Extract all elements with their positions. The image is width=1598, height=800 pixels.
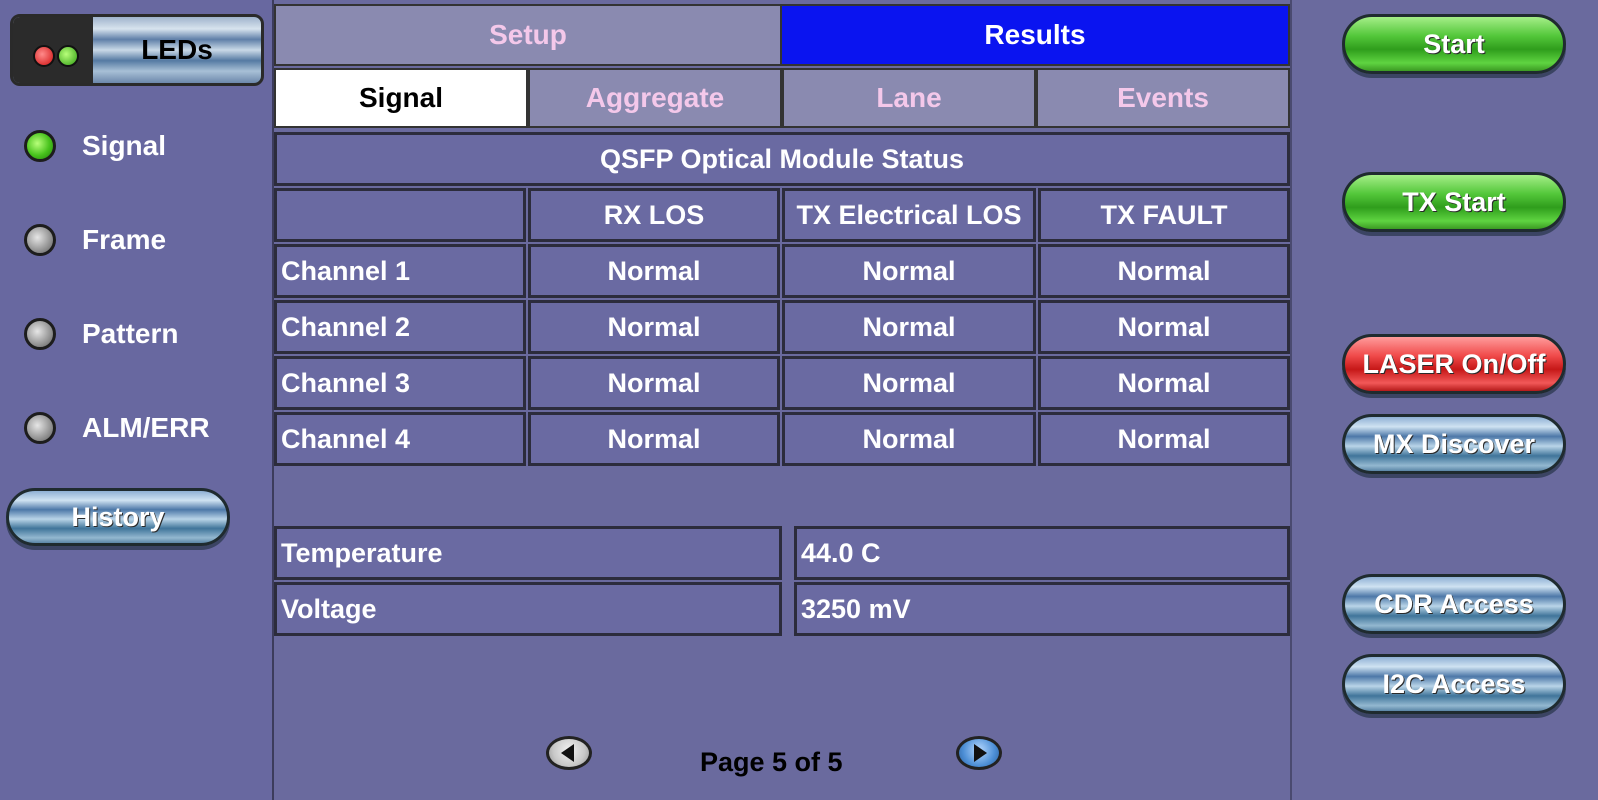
rx-los-value: Normal [528, 356, 780, 410]
red-dot-icon [33, 45, 55, 67]
led-frame-icon [24, 224, 56, 256]
led-label: Pattern [82, 318, 179, 349]
arrow-left-icon [561, 744, 574, 762]
page-indicator: Page 5 of 5 [700, 746, 843, 777]
start-button[interactable]: Start [1342, 14, 1566, 74]
arrow-right-icon [974, 744, 987, 762]
rx-los-value: Normal [528, 300, 780, 354]
i2c-access-button[interactable]: I2C Access [1342, 654, 1566, 714]
rx-los-value: Normal [528, 412, 780, 466]
led-frame: Frame [24, 216, 264, 264]
voltage-value: 3250 mV [794, 582, 1290, 636]
tx-fault-value: Normal [1038, 300, 1290, 354]
tx-fault-value: Normal [1038, 356, 1290, 410]
tx-start-button[interactable]: TX Start [1342, 172, 1566, 232]
tx-fault-value: Normal [1038, 244, 1290, 298]
led-signal-icon [24, 130, 56, 162]
tx-electrical-los-value: Normal [782, 244, 1036, 298]
laser-toggle-button[interactable]: LASER On/Off [1342, 334, 1566, 394]
led-signal: Signal [24, 122, 264, 170]
tx-electrical-los-value: Normal [782, 356, 1036, 410]
temperature-value: 44.0 C [794, 526, 1290, 580]
temperature-label: Temperature [274, 526, 782, 580]
led-label: Signal [82, 130, 167, 161]
tx-fault-value: Normal [1038, 412, 1290, 466]
led-label: ALM/ERR [82, 412, 210, 443]
leds-title: LEDs [141, 34, 213, 65]
channel-label: Channel 1 [274, 244, 526, 298]
history-button[interactable]: History [6, 488, 230, 546]
led-label: Frame [82, 224, 167, 255]
led-alm-err: ALM/ERR [24, 404, 264, 452]
subtab-aggregate[interactable]: Aggregate [528, 68, 782, 128]
module-status-title: QSFP Optical Module Status [274, 132, 1290, 186]
subtab-events[interactable]: Events [1036, 68, 1290, 128]
subtab-signal[interactable]: Signal [274, 68, 528, 128]
channel-label: Channel 2 [274, 300, 526, 354]
channel-label: Channel 3 [274, 356, 526, 410]
table-header-rx-los: RX LOS [528, 188, 780, 242]
table-header-tx-electrical-los: TX Electrical LOS [782, 188, 1036, 242]
tx-electrical-los-value: Normal [782, 412, 1036, 466]
table-header-blank [274, 188, 526, 242]
voltage-label: Voltage [274, 582, 782, 636]
tab-results[interactable]: Results [780, 4, 1290, 66]
action-panel: Start TX Start LASER On/Off MX Discover … [1290, 0, 1598, 800]
leds-header-icon [13, 17, 93, 83]
cdr-access-button[interactable]: CDR Access [1342, 574, 1566, 634]
led-pattern: Pattern [24, 310, 264, 358]
leds-header: LEDs [10, 14, 264, 86]
leds-panel: LEDs Signal Frame Pattern ALM/ERR Histor… [0, 0, 274, 800]
prev-page-button[interactable] [546, 736, 592, 770]
channel-label: Channel 4 [274, 412, 526, 466]
green-dot-icon [57, 45, 79, 67]
led-pattern-icon [24, 318, 56, 350]
rx-los-value: Normal [528, 244, 780, 298]
mx-discover-button[interactable]: MX Discover [1342, 414, 1566, 474]
led-alm-err-icon [24, 412, 56, 444]
tx-electrical-los-value: Normal [782, 300, 1036, 354]
next-page-button[interactable] [956, 736, 1002, 770]
tab-setup[interactable]: Setup [274, 4, 782, 66]
subtab-lane[interactable]: Lane [782, 68, 1036, 128]
table-header-tx-fault: TX FAULT [1038, 188, 1290, 242]
